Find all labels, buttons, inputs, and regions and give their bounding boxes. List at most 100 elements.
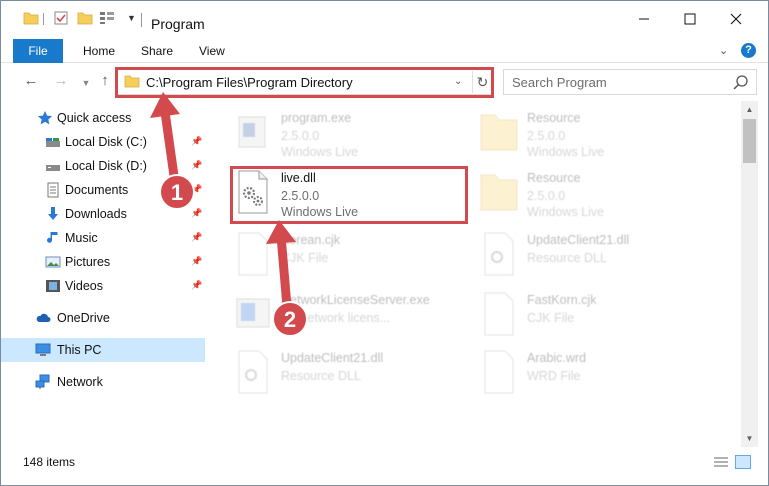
file-version: 2.5.0.0: [527, 189, 566, 203]
sidebar-item-pictures[interactable]: Pictures 📌: [1, 250, 205, 274]
sidebar-item-onedrive[interactable]: OneDrive: [1, 306, 205, 330]
address-history-chevron-icon[interactable]: ⌄: [454, 76, 462, 87]
file-version: 2.5.0.0: [281, 129, 320, 143]
search-icon[interactable]: [732, 74, 750, 92]
file-name: Korean.cjk: [281, 233, 341, 247]
tab-share[interactable]: Share: [141, 39, 173, 63]
file-type: CJK File: [527, 311, 575, 325]
sidebar-item-label: Downloads: [65, 207, 127, 221]
address-path[interactable]: C:\Program Files\Program Directory: [146, 75, 353, 90]
sidebar-item-downloads[interactable]: Downloads 📌: [1, 202, 205, 226]
sidebar-item-label: Videos: [65, 279, 103, 293]
videos-icon: [46, 280, 60, 292]
file-type: TV network licens...: [281, 311, 391, 325]
sidebar-item-local-disk-d[interactable]: Local Disk (D:) 📌: [1, 154, 205, 178]
pin-icon[interactable]: 📌: [191, 160, 202, 171]
file-item[interactable]: Arabic.wrd WRD File: [463, 345, 703, 399]
folder-icon: [480, 174, 518, 211]
file-description: Windows Live: [281, 205, 359, 219]
pin-icon[interactable]: 📌: [191, 136, 202, 147]
maximize-button[interactable]: [667, 1, 713, 37]
file-item[interactable]: UpdateClient21.dll Resource DLL: [217, 345, 457, 399]
pin-icon[interactable]: 📌: [191, 256, 202, 267]
file-name: FastKorn.cjk: [527, 293, 597, 307]
file-description: Windows Live: [281, 145, 359, 159]
window-title: Program: [151, 16, 205, 32]
vertical-scrollbar[interactable]: ▲ ▼: [741, 101, 758, 447]
file-name: UpdateClient21.dll: [281, 351, 384, 365]
minimize-button[interactable]: [621, 1, 667, 37]
file-icon: [484, 292, 514, 336]
sidebar-item-network[interactable]: Network: [1, 370, 205, 394]
new-folder-icon[interactable]: [77, 11, 93, 25]
tab-view[interactable]: View: [199, 39, 225, 63]
onedrive-icon: [36, 313, 51, 322]
file-item[interactable]: Resource 2.5.0.0 Windows Live: [463, 165, 703, 219]
tab-file[interactable]: File: [13, 39, 63, 63]
tab-home[interactable]: Home: [83, 39, 115, 63]
file-item[interactable]: FastKorn.cjk CJK File: [463, 287, 703, 341]
file-type: WRD File: [527, 369, 581, 383]
sidebar-item-documents[interactable]: Documents 📌: [1, 178, 205, 202]
address-bar[interactable]: C:\Program Files\Program Directory ⌄ ↻: [117, 69, 493, 95]
up-arrow-icon[interactable]: ↑: [95, 71, 115, 91]
sidebar-item-label: Documents: [65, 183, 129, 197]
customize-toolbar-chevron-icon[interactable]: ▼: [127, 13, 136, 23]
sidebar-item-music[interactable]: Music 📌: [1, 226, 205, 250]
search-input[interactable]: [512, 74, 722, 91]
dll-icon: [484, 232, 514, 276]
pin-icon[interactable]: 📌: [191, 280, 202, 291]
pin-icon[interactable]: 📌: [191, 232, 202, 243]
scroll-up-icon[interactable]: ▲: [741, 101, 758, 118]
sidebar-item-local-disk-c[interactable]: Local Disk (C:) 📌: [1, 130, 205, 154]
sidebar-item-label: Music: [65, 231, 98, 245]
sidebar-item-this-pc[interactable]: This PC: [1, 338, 205, 362]
documents-icon: [47, 182, 59, 198]
title-bar: ▼ Program: [1, 1, 768, 37]
scroll-thumb[interactable]: [743, 119, 756, 163]
file-name: UpdateClient21.dll: [527, 233, 630, 247]
folder-icon: [480, 114, 518, 151]
pin-icon[interactable]: 📌: [191, 208, 202, 219]
tiles-view-icon[interactable]: [735, 455, 751, 469]
navigation-bar: ← → ▼ ↑ C:\Program Files\Program Directo…: [1, 65, 768, 99]
sidebar-item-label: Quick access: [57, 111, 132, 125]
pc-icon: [35, 343, 51, 356]
view-options-icon[interactable]: [99, 11, 115, 25]
file-item-live-dll[interactable]: live.dll 2.5.0.0 Windows Live: [217, 165, 457, 219]
pin-icon[interactable]: 📌: [191, 184, 202, 195]
star-icon: [37, 111, 53, 125]
file-item[interactable]: Resource 2.5.0.0 Windows Live: [463, 105, 703, 159]
back-arrow-icon[interactable]: ←: [21, 71, 41, 91]
file-name: Arabic.wrd: [527, 351, 587, 365]
sidebar-item-label: Pictures: [65, 255, 111, 269]
dll-icon: [238, 170, 268, 214]
file-type: Resource DLL: [527, 251, 607, 265]
file-item[interactable]: NetworkLicenseServer.exe TV network lice…: [217, 287, 457, 341]
file-item[interactable]: UpdateClient21.dll Resource DLL: [463, 227, 703, 281]
help-icon[interactable]: ?: [741, 43, 756, 58]
recent-locations-chevron-icon[interactable]: ▼: [76, 73, 96, 93]
file-name: NetworkLicenseServer.exe: [281, 293, 430, 307]
file-icon: [238, 232, 268, 276]
expand-ribbon-icon[interactable]: ⌄: [719, 44, 728, 57]
navigation-pane: Quick access Local Disk (C:) 📌 Local Dis…: [1, 101, 213, 447]
sidebar-item-videos[interactable]: Videos 📌: [1, 274, 205, 298]
maximize-icon: [684, 13, 696, 25]
details-view-icon[interactable]: [713, 455, 729, 469]
file-item[interactable]: Korean.cjk CJK File: [217, 227, 457, 281]
folder-icon[interactable]: [23, 11, 39, 25]
file-name: Resource: [527, 111, 581, 125]
file-item[interactable]: program.exe 2.5.0.0 Windows Live: [217, 105, 457, 159]
properties-icon[interactable]: [53, 11, 69, 25]
drive-icon: [46, 165, 60, 171]
scroll-down-icon[interactable]: ▼: [741, 430, 758, 447]
refresh-icon[interactable]: ↻: [472, 71, 492, 93]
close-button[interactable]: [713, 1, 759, 37]
exe-icon: [238, 116, 266, 148]
dll-icon: [238, 350, 268, 394]
forward-arrow-icon[interactable]: →: [51, 71, 71, 91]
sidebar-item-quick-access[interactable]: Quick access: [1, 106, 205, 130]
search-box[interactable]: [503, 69, 757, 95]
explorer-window: ▼ Program File Home Share View ⌄ ? ← → ▼…: [0, 0, 769, 486]
